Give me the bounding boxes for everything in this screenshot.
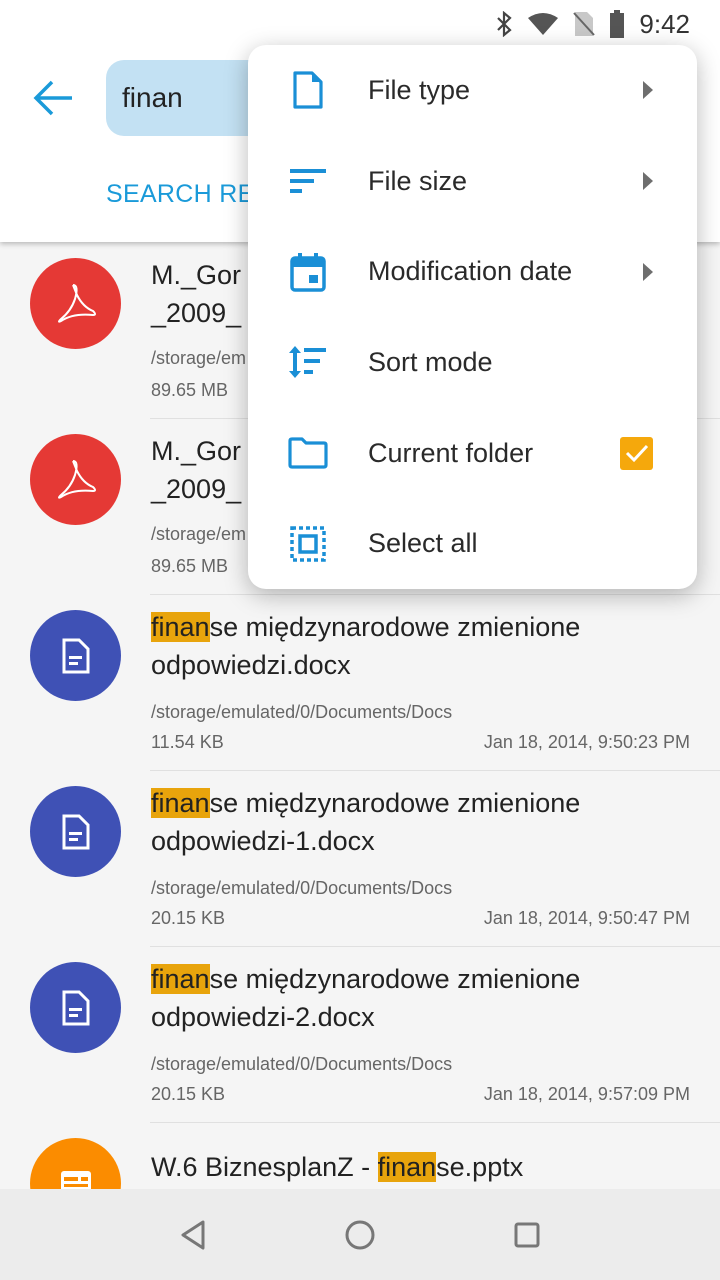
- file-path: /storage/emulated/0/Documents/Docs: [151, 878, 453, 898]
- file-path: /storage/em: [151, 524, 247, 544]
- file-size: 89.65 MB: [151, 556, 229, 576]
- doc-file-icon: [30, 962, 121, 1053]
- checkmark-icon: [625, 445, 648, 463]
- back-button[interactable]: [30, 78, 76, 118]
- home-nav-button[interactable]: [330, 1205, 390, 1265]
- submenu-arrow-icon: [643, 172, 653, 191]
- select-all-icon: [288, 524, 328, 564]
- file-path: /storage/emulated/0/Documents/Docs: [151, 1054, 453, 1074]
- status-bar: 9:42: [0, 0, 720, 48]
- list-item[interactable]: finanse międzynarodowe zmienione odpowied…: [0, 946, 720, 1123]
- menu-item-modification-date[interactable]: Modification date: [248, 226, 697, 317]
- file-title: finanse międzynarodowe zmienione odpowied…: [151, 612, 581, 680]
- current-folder-checkbox[interactable]: [620, 436, 653, 470]
- home-nav-icon: [345, 1220, 375, 1249]
- file-icon: [288, 70, 328, 110]
- list-item[interactable]: finanse międzynarodowe zmienione odpowied…: [0, 770, 720, 947]
- menu-item-sort-mode[interactable]: Sort mode: [248, 317, 697, 408]
- doc-file-icon: [30, 610, 121, 701]
- folder-icon: [288, 433, 328, 473]
- menu-item-file-size[interactable]: File size: [248, 136, 697, 227]
- file-title: finanse międzynarodowe zmienione odpowied…: [151, 964, 581, 1032]
- menu-item-file-type[interactable]: File type: [248, 45, 697, 136]
- file-size: 20.15 KB: [151, 1084, 226, 1104]
- pdf-file-icon: [30, 258, 121, 349]
- pdf-file-icon: [30, 434, 121, 525]
- arrow-left-icon: [33, 80, 72, 116]
- back-nav-icon: [181, 1220, 205, 1249]
- file-date: Jan 18, 2014, 9:50:47 PM: [483, 908, 690, 928]
- system-nav-bar: [0, 1189, 720, 1280]
- menu-item-select-all[interactable]: Select all: [248, 498, 697, 589]
- search-highlight: finan: [377, 1152, 437, 1182]
- file-size: 20.15 KB: [151, 908, 226, 928]
- file-path: /storage/em: [151, 348, 247, 368]
- search-highlight: finan: [151, 964, 210, 994]
- file-date: Jan 18, 2014, 9:50:23 PM: [483, 732, 690, 752]
- sort-lines-icon: [288, 161, 328, 201]
- submenu-arrow-icon: [643, 81, 653, 100]
- list-item[interactable]: finanse międzynarodowe zmienione odpowied…: [0, 594, 720, 771]
- file-title: W.6 BiznesplanZ - finanse.pptx: [151, 1152, 524, 1182]
- doc-file-icon: [30, 786, 121, 877]
- battery-icon: [610, 10, 625, 38]
- file-size: 11.54 KB: [151, 732, 224, 752]
- back-nav-button[interactable]: [163, 1205, 223, 1265]
- search-highlight: finan: [151, 612, 210, 642]
- recents-nav-icon: [514, 1222, 540, 1247]
- file-title: finanse międzynarodowe zmienione odpowied…: [151, 788, 581, 856]
- no-sim-icon: [573, 12, 596, 36]
- file-path: /storage/emulated/0/Documents/Docs: [151, 702, 453, 722]
- sort-updown-icon: [288, 342, 328, 382]
- filter-menu: File type File size Modification date So…: [248, 45, 697, 589]
- menu-item-current-folder[interactable]: Current folder: [248, 408, 697, 499]
- calendar-icon: [288, 252, 328, 292]
- bluetooth-icon: [497, 11, 513, 37]
- file-size: 89.65 MB: [151, 380, 229, 400]
- recents-nav-button[interactable]: [497, 1205, 557, 1265]
- file-date: Jan 18, 2014, 9:57:09 PM: [483, 1084, 690, 1104]
- search-highlight: finan: [151, 788, 210, 818]
- wifi-icon: [528, 13, 559, 35]
- submenu-arrow-icon: [643, 262, 653, 281]
- clock: 9:42: [639, 8, 690, 39]
